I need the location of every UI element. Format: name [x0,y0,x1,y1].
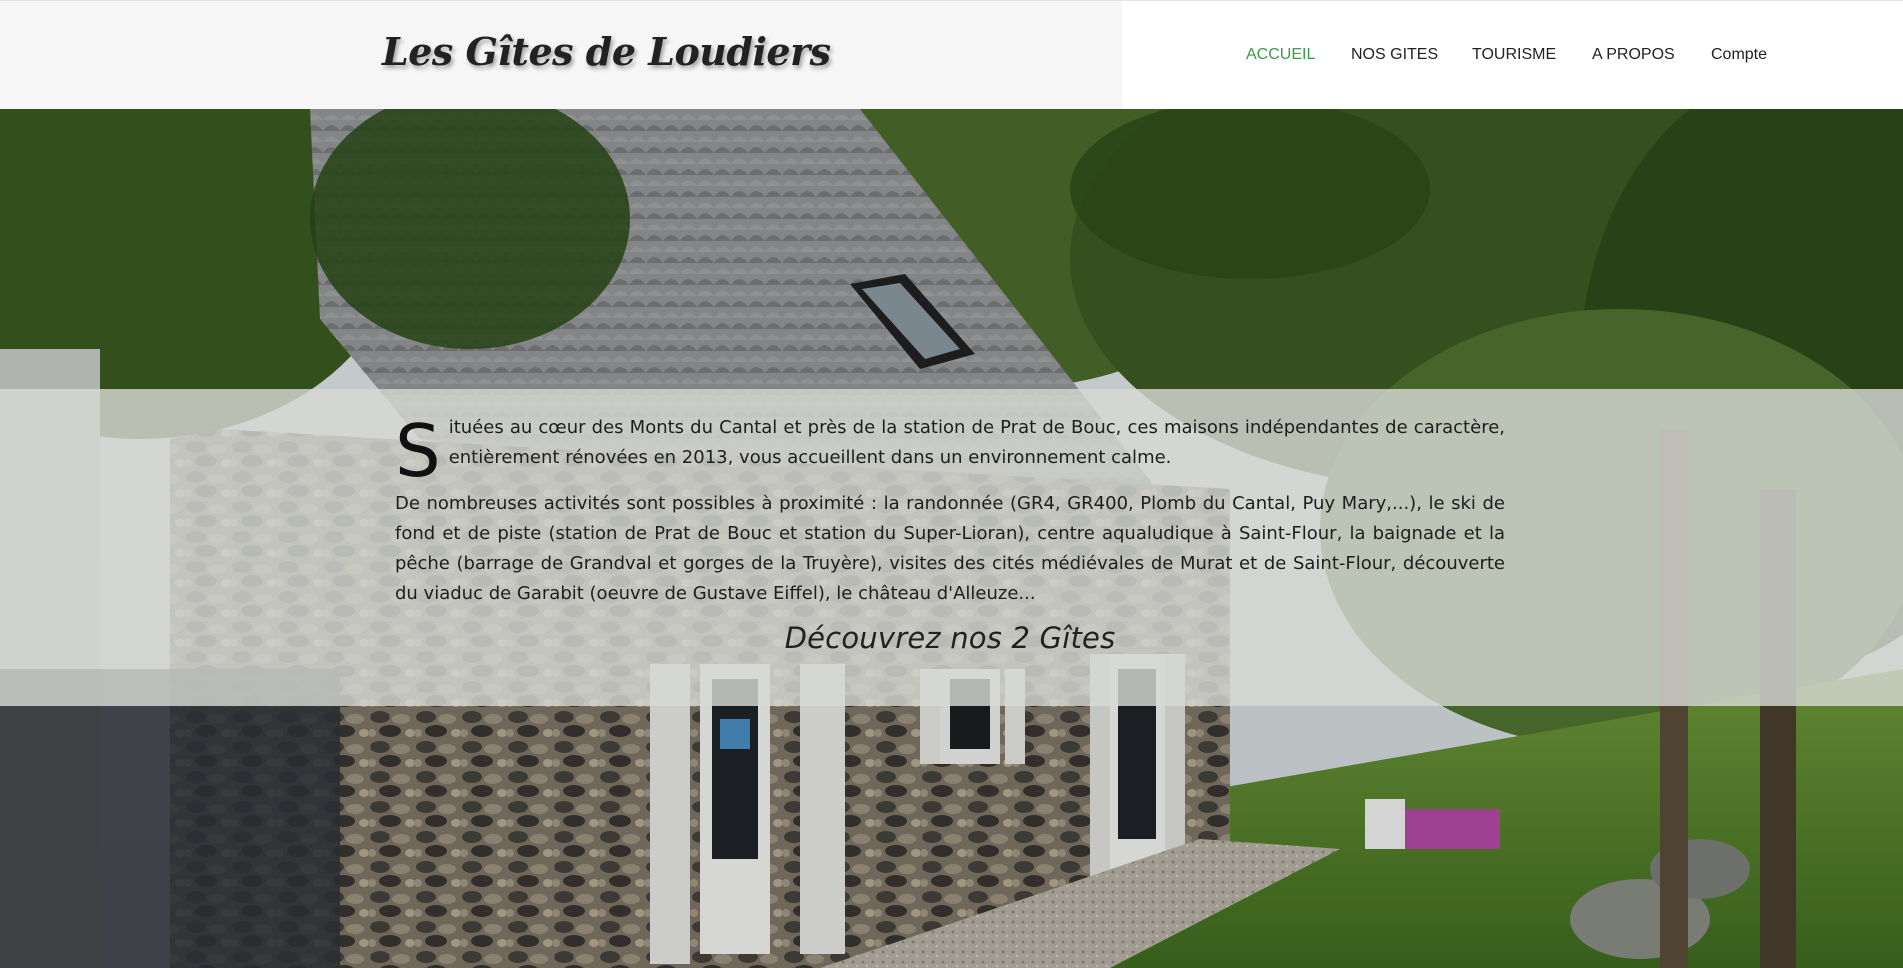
intro-paragraph-2: De nombreuses activités sont possibles à… [395,493,1505,604]
intro-paragraph-1-text: ituées au cœur des Monts du Cantal et pr… [448,417,1505,468]
nav-tourisme[interactable]: TOURISME [1472,46,1556,64]
site-title[interactable]: Les Gîtes de Loudiers [382,29,831,74]
nav-nos-gites[interactable]: NOS GITES [1351,46,1438,64]
intro-panel: Situées au cœur des Monts du Cantal et p… [0,389,1903,706]
nav-compte[interactable]: Compte [1711,46,1767,64]
nav-a-propos[interactable]: A PROPOS [1592,46,1675,64]
discover-gites-link[interactable]: Découvrez nos 2 Gîtes [395,623,1505,653]
dropcap-letter: S [395,409,441,493]
header-brand-area: Les Gîtes de Loudiers [0,1,1122,109]
site-header: Les Gîtes de Loudiers ACCUEIL NOS GITES … [0,0,1903,109]
nav-accueil[interactable]: ACCUEIL [1246,46,1315,64]
intro-paragraph-1: Situées au cœur des Monts du Cantal et p… [395,413,1505,487]
intro-content: Situées au cœur des Monts du Cantal et p… [395,413,1505,653]
